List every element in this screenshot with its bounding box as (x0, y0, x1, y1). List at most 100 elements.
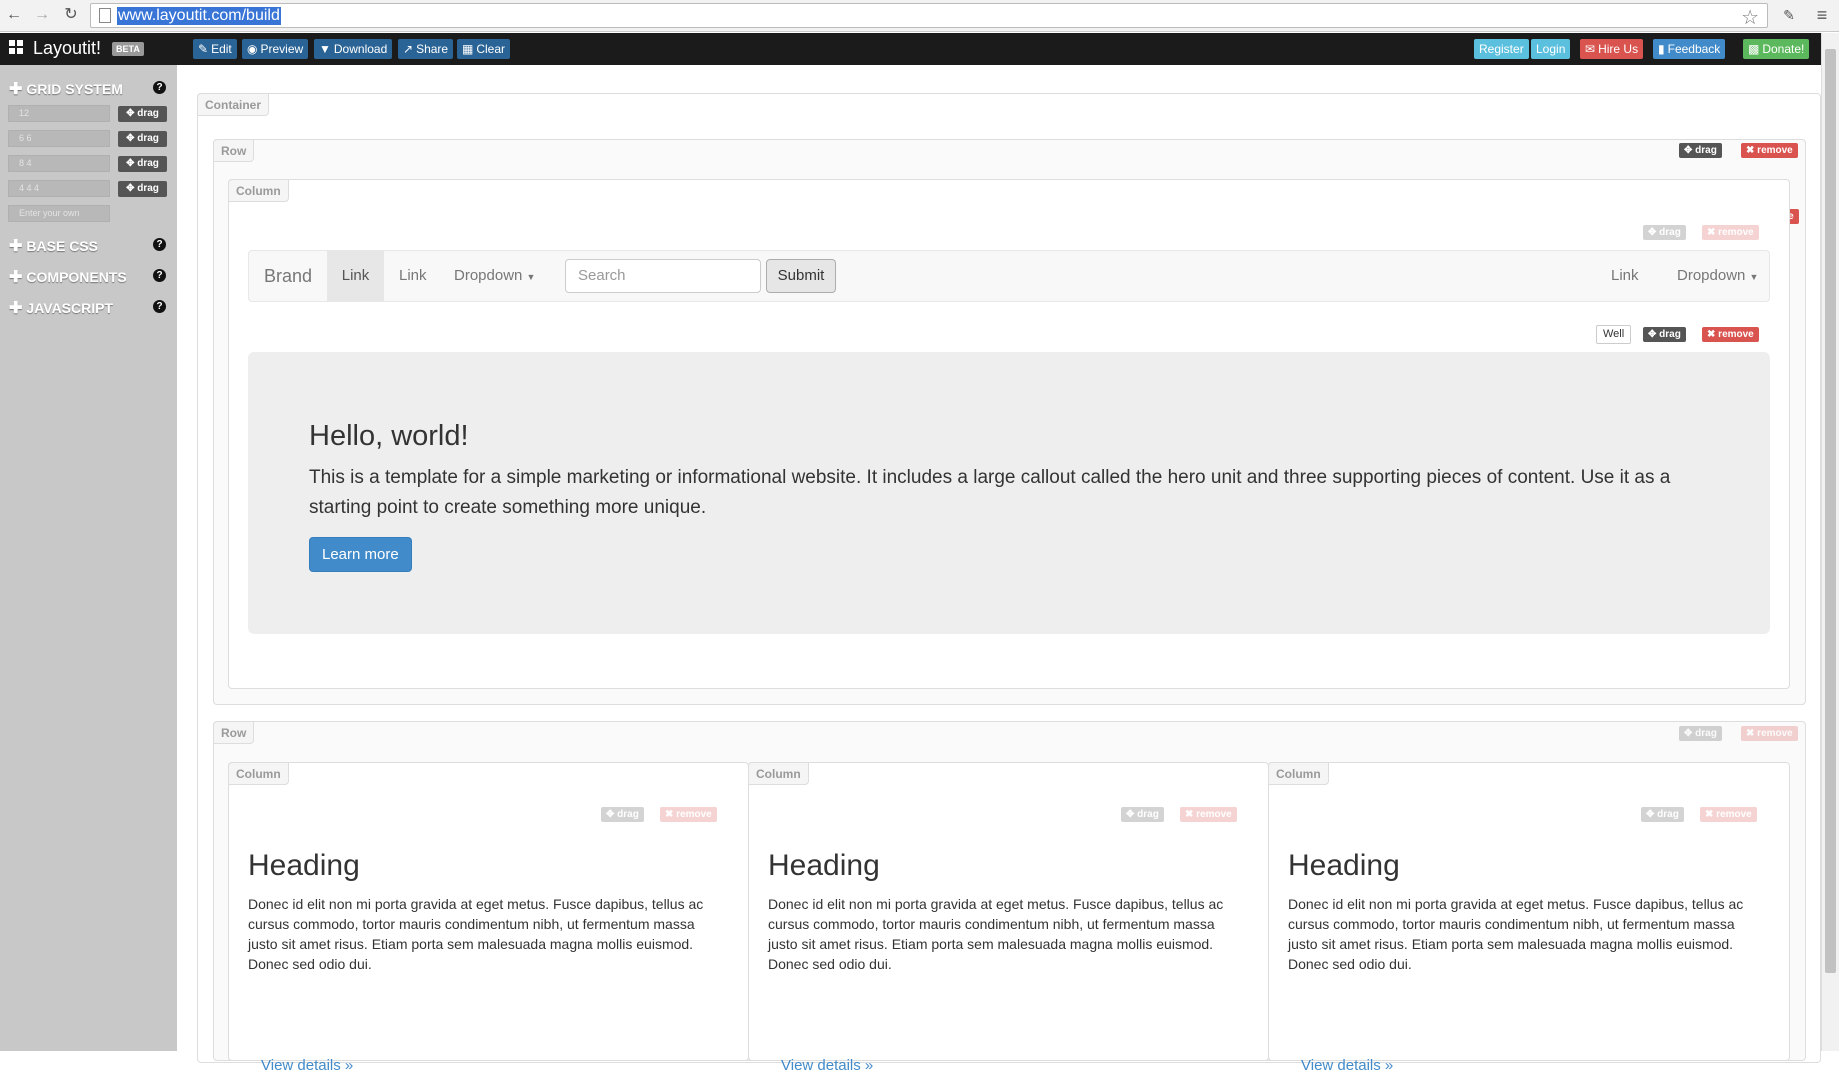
column-heading: Heading (248, 849, 360, 882)
learn-more-button[interactable]: Learn more (309, 537, 412, 572)
menu-icon[interactable]: ≡ (1812, 5, 1832, 25)
navbar-dropdown[interactable]: Dropdown ▼ (454, 251, 535, 301)
column-label: Column (1268, 762, 1329, 785)
row-drag-button[interactable]: ✥ drag (1679, 726, 1722, 741)
row-label: Row (213, 721, 255, 744)
back-arrow-icon[interactable]: ← (4, 5, 24, 25)
reload-icon[interactable]: ↻ (61, 5, 81, 25)
column-drag-button[interactable]: ✥ drag (601, 807, 644, 822)
app-brand[interactable]: Layoutit! (33, 38, 101, 59)
view-details-link[interactable]: View details » (1301, 1057, 1393, 1074)
column-remove-button[interactable]: ✖ remove (660, 807, 717, 822)
sidebar-item-components[interactable]: ✚ COMPONENTS (9, 267, 127, 287)
url-text[interactable]: www.layoutit.com/build (117, 7, 281, 25)
envelope-icon: ✉ (1585, 42, 1596, 56)
row-remove-button[interactable]: ✖ remove (1741, 726, 1798, 741)
column-label: Column (748, 762, 809, 785)
navbar-submit-button[interactable]: Submit (766, 259, 836, 293)
address-bar[interactable]: www.layoutit.com/build ☆ (90, 3, 1768, 30)
grid-drag-handle[interactable]: ✥ drag (118, 181, 167, 197)
trash-icon: ▦ (462, 42, 474, 56)
column-drag-button[interactable]: ✥ drag (1641, 807, 1684, 822)
page-scrollbar[interactable] (1821, 33, 1839, 1051)
navbar-search-input[interactable]: Search (565, 259, 761, 293)
grid-logo-icon (9, 40, 24, 55)
grid-drag-handle[interactable]: ✥ drag (118, 156, 167, 172)
hero-remove-button[interactable]: ✖ remove (1702, 327, 1759, 342)
download-icon: ▼ (319, 42, 331, 56)
column-heading: Heading (768, 849, 880, 882)
sidebar-item-javascript[interactable]: ✚ JAVASCRIPT (9, 298, 113, 318)
help-icon[interactable]: ? (153, 269, 166, 282)
sidebar-item-base-css[interactable]: ✚ BASE CSS (9, 236, 98, 256)
sidebar-item-grid-system[interactable]: ✚ GRID SYSTEM (9, 79, 123, 99)
grid-row-input[interactable]: 4 4 4 (8, 180, 110, 197)
hero-text: This is a template for a simple marketin… (309, 467, 1671, 518)
login-button[interactable]: Login (1531, 39, 1571, 59)
eye-icon: ◉ (247, 42, 258, 56)
row-drag-button[interactable]: ✥ drag (1679, 143, 1722, 158)
gift-icon: ▩ (1748, 42, 1760, 56)
clear-button[interactable]: ▦ Clear (457, 39, 511, 59)
sidebar: ✚ GRID SYSTEM ? 12 ✥ drag 6 6 ✥ drag 8 4 … (0, 65, 177, 1051)
hero-title: Hello, world! (309, 420, 469, 452)
share-button[interactable]: ↗ Share (398, 39, 454, 59)
plus-icon: ✚ (9, 269, 23, 286)
column-text: Donec id elit non mi porta gravida at eg… (1288, 896, 1744, 972)
navbar-brand[interactable]: Brand (264, 251, 312, 301)
row-label: Row (213, 139, 255, 162)
register-button[interactable]: Register (1474, 39, 1529, 59)
column-heading: Heading (1288, 849, 1400, 882)
download-button[interactable]: ▼ Download (314, 39, 393, 59)
preview-button[interactable]: ◉ Preview (242, 39, 309, 59)
hero-drag-button[interactable]: ✥ drag (1643, 327, 1686, 342)
navbar-right-link[interactable]: Link (1611, 251, 1639, 301)
beta-badge: BETA (112, 42, 144, 56)
navbar-right-dropdown[interactable]: Dropdown ▼ (1677, 251, 1758, 301)
edit-button[interactable]: ✎ Edit (193, 39, 237, 59)
caret-down-icon: ▼ (1749, 272, 1759, 282)
hero-unit: Hello, world! This is a template for a s… (248, 352, 1770, 634)
grid-row-input[interactable]: 12 (8, 105, 110, 122)
plus-icon: ✚ (9, 238, 23, 255)
column-text: Donec id elit non mi porta gravida at eg… (248, 896, 704, 972)
column-remove-button[interactable]: ✖ remove (1180, 807, 1237, 822)
navbar-drag-button[interactable]: ✥ drag (1643, 225, 1686, 240)
column-remove-button[interactable]: ✖ remove (1700, 807, 1757, 822)
view-details-link[interactable]: View details » (261, 1057, 353, 1074)
grid-row-input[interactable]: 6 6 (8, 130, 110, 147)
column-text: Donec id elit non mi porta gravida at eg… (768, 896, 1224, 972)
caret-down-icon: ▼ (526, 272, 536, 282)
share-icon: ↗ (403, 42, 414, 56)
plus-icon: ✚ (9, 81, 23, 98)
column-label: Column (228, 179, 289, 202)
browser-toolbar: ← → ↻ www.layoutit.com/build ☆ ✎ ≡ (0, 0, 1839, 32)
preview-navbar: Brand Link Link Dropdown ▼ Search Submit… (248, 250, 1770, 302)
column-label: Column (228, 762, 289, 785)
row-remove-button[interactable]: ✖ remove (1741, 143, 1798, 158)
grid-drag-handle[interactable]: ✥ drag (118, 106, 167, 122)
help-icon[interactable]: ? (153, 238, 166, 251)
feedback-button[interactable]: ▮ Feedback (1653, 39, 1726, 59)
star-icon[interactable]: ☆ (1741, 5, 1759, 30)
view-details-link[interactable]: View details » (781, 1057, 873, 1074)
page-icon (99, 8, 111, 23)
grid-custom-input[interactable]: Enter your own (8, 205, 110, 222)
column-drag-button[interactable]: ✥ drag (1121, 807, 1164, 822)
well-toggle-button[interactable]: Well (1596, 325, 1632, 344)
help-icon[interactable]: ? (153, 300, 166, 313)
grid-row-input[interactable]: 8 4 (8, 155, 110, 172)
help-icon[interactable]: ? (153, 81, 166, 94)
hire-us-button[interactable]: ✉ Hire Us (1580, 39, 1644, 59)
navbar-link[interactable]: Link (399, 251, 427, 301)
forward-arrow-icon[interactable]: → (32, 5, 52, 25)
plus-icon: ✚ (9, 300, 23, 317)
navbar-remove-button[interactable]: ✖ remove (1702, 225, 1759, 240)
grid-drag-handle[interactable]: ✥ drag (118, 131, 167, 147)
scrollbar-thumb[interactable] (1825, 49, 1836, 973)
donate-button[interactable]: ▩ Donate! (1743, 39, 1810, 59)
extension-icon[interactable]: ✎ (1779, 5, 1799, 25)
navbar-link-active[interactable]: Link (327, 251, 384, 301)
container-label: Container (197, 93, 270, 116)
app-navbar: Layoutit! BETA ✎ Edit ◉ Preview ▼ Download … (0, 33, 1821, 65)
